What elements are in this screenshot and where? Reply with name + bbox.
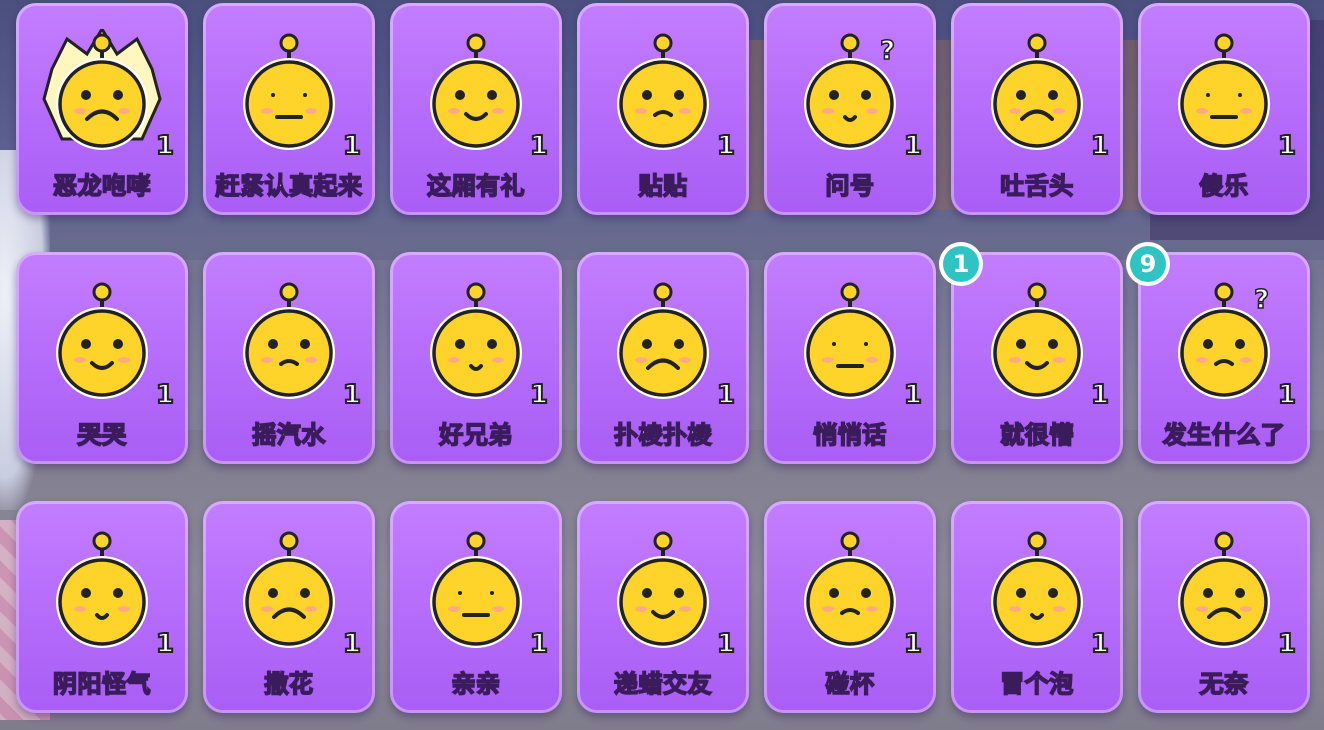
emote-card[interactable]: 1 悄悄话 bbox=[764, 252, 936, 464]
emote-card[interactable]: 1 赶紧认真起来 bbox=[203, 3, 375, 215]
emote-count: 1 bbox=[342, 130, 362, 162]
emote-label: 赶紧认真起来 bbox=[215, 171, 363, 201]
emote-label: 吐舌头 bbox=[999, 171, 1074, 201]
emote-card[interactable]: 1 无奈 bbox=[1138, 501, 1310, 713]
badge-number: 1 bbox=[943, 246, 979, 282]
emote-count: 1 bbox=[716, 628, 736, 660]
emote-card[interactable]: 1 撒花 bbox=[203, 501, 375, 713]
emote-label: 阴阳怪气 bbox=[52, 669, 151, 699]
emote-label: 恶龙咆哮 bbox=[52, 171, 151, 201]
emote-label: 哭哭 bbox=[77, 420, 127, 450]
helpless-icon bbox=[1164, 527, 1284, 657]
emote-card[interactable]: 1 扑棱扑棱 bbox=[577, 252, 749, 464]
emote-card[interactable]: 1 哭哭 bbox=[16, 252, 188, 464]
emote-card[interactable]: ? 1 问号 bbox=[764, 3, 936, 215]
bear-brothers-icon bbox=[416, 278, 536, 408]
emote-card[interactable]: 1 贴贴 bbox=[577, 3, 749, 215]
emote-label: 发生什么了 bbox=[1162, 420, 1286, 450]
emote-label: 悄悄话 bbox=[812, 420, 887, 450]
emote-label: 好兄弟 bbox=[438, 420, 513, 450]
kiss-icon bbox=[416, 527, 536, 657]
emote-label: 亲亲 bbox=[451, 669, 501, 699]
emote-count: 1 bbox=[342, 379, 362, 411]
emote-count: 1 bbox=[1090, 130, 1110, 162]
emote-card[interactable]: 1 递蜡交友 bbox=[577, 501, 749, 713]
flapping-bird-icon bbox=[603, 278, 723, 408]
emote-label: 递蜡交友 bbox=[613, 669, 712, 699]
emote-label: 贴贴 bbox=[638, 171, 688, 201]
emote-count: 1 bbox=[903, 379, 923, 411]
svg-text:?: ? bbox=[1254, 285, 1269, 315]
shake-soda-icon bbox=[229, 278, 349, 408]
emote-label: 就很懵 bbox=[999, 420, 1074, 450]
emote-count: 1 bbox=[716, 130, 736, 162]
emote-count: 1 bbox=[529, 628, 549, 660]
emote-label: 撒花 bbox=[264, 669, 314, 699]
emote-count: 1 bbox=[1090, 628, 1110, 660]
emote-card[interactable]: 1 吐舌头 bbox=[951, 3, 1123, 215]
new-count-badge: 1 bbox=[939, 242, 983, 286]
tongue-out-icon bbox=[977, 29, 1097, 159]
emote-card[interactable]: 1 好兄弟 bbox=[390, 252, 562, 464]
emote-count: 1 bbox=[903, 130, 923, 162]
emote-count: 1 bbox=[155, 130, 175, 162]
emote-count: 1 bbox=[1090, 379, 1110, 411]
emote-card[interactable]: 1 碰杯 bbox=[764, 501, 936, 713]
emote-card[interactable]: 1 这厢有礼 bbox=[390, 3, 562, 215]
emote-label: 问号 bbox=[825, 171, 875, 201]
cuddle-icon bbox=[603, 29, 723, 159]
emote-count: 1 bbox=[1277, 130, 1297, 162]
emote-card[interactable]: 1 阴阳怪气 bbox=[16, 501, 188, 713]
emote-card[interactable]: 1 傻乐 bbox=[1138, 3, 1310, 215]
cheers-icon bbox=[790, 527, 910, 657]
emote-card[interactable]: 1 亲亲 bbox=[390, 501, 562, 713]
new-count-badge: 9 bbox=[1126, 242, 1170, 286]
emote-label: 碰杯 bbox=[825, 669, 875, 699]
sarcastic-pig-icon bbox=[42, 527, 162, 657]
emote-count: 1 bbox=[903, 628, 923, 660]
emote-card[interactable]: 1 恶龙咆哮 bbox=[16, 3, 188, 215]
crying-girl-icon bbox=[42, 278, 162, 408]
emote-card[interactable]: ? 1 发生什么了 bbox=[1138, 252, 1310, 464]
emote-count: 1 bbox=[1277, 379, 1297, 411]
angry-roar-icon bbox=[42, 26, 162, 159]
confused-icon bbox=[977, 278, 1097, 408]
emote-count: 1 bbox=[716, 379, 736, 411]
emote-count: 1 bbox=[155, 379, 175, 411]
gentleman-fan-icon bbox=[416, 29, 536, 159]
emote-card[interactable]: 1 冒个泡 bbox=[951, 501, 1123, 713]
emote-count: 1 bbox=[1277, 628, 1297, 660]
emote-label: 冒个泡 bbox=[999, 669, 1074, 699]
emote-label: 这厢有礼 bbox=[426, 171, 525, 201]
serious-face-icon bbox=[229, 29, 349, 159]
bubble-up-icon bbox=[977, 527, 1097, 657]
emote-label: 扑棱扑棱 bbox=[613, 420, 712, 450]
whisper-icon bbox=[790, 278, 910, 408]
throw-flowers-icon bbox=[229, 527, 349, 657]
emote-card[interactable]: 1 摇汽水 bbox=[203, 252, 375, 464]
emote-label: 傻乐 bbox=[1199, 171, 1249, 201]
badge-number: 9 bbox=[1130, 246, 1166, 282]
emote-grid: 1 恶龙咆哮 1 赶紧认真起来 1 这厢有礼 1 贴贴 ? 1 问号 1 吐舌头… bbox=[16, 3, 1316, 723]
emote-card[interactable]: 1 就很懵 bbox=[951, 252, 1123, 464]
svg-text:?: ? bbox=[880, 36, 895, 66]
question-mark-icon: ? bbox=[790, 29, 910, 159]
emote-count: 1 bbox=[155, 628, 175, 660]
emote-label: 摇汽水 bbox=[251, 420, 326, 450]
emote-count: 1 bbox=[529, 379, 549, 411]
emote-count: 1 bbox=[342, 628, 362, 660]
emote-count: 1 bbox=[529, 130, 549, 162]
emote-label: 无奈 bbox=[1199, 669, 1249, 699]
bunny-girl-question-icon: ? bbox=[1164, 278, 1284, 408]
candle-friend-icon bbox=[603, 527, 723, 657]
silly-laugh-icon bbox=[1164, 29, 1284, 159]
